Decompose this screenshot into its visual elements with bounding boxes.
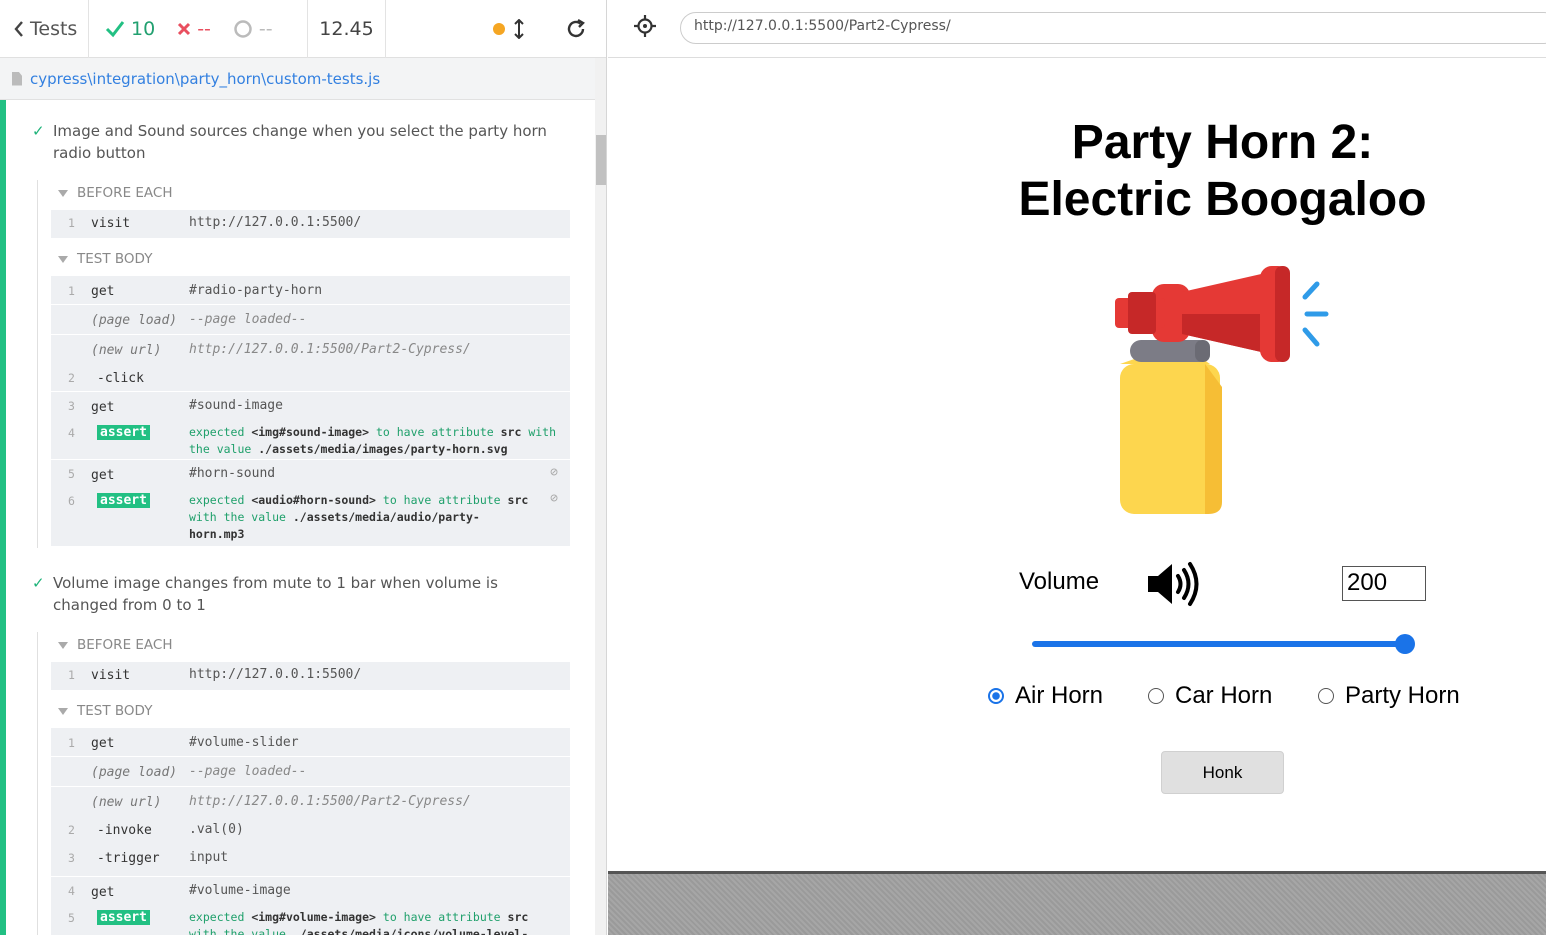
aut-background bbox=[608, 871, 1546, 935]
pending-stat: -- bbox=[233, 18, 273, 40]
before-each-label[interactable]: BEFORE EACH bbox=[58, 185, 173, 201]
reporter-controls bbox=[386, 0, 606, 58]
honk-button[interactable]: Honk bbox=[1161, 751, 1284, 794]
duration: 12.45 bbox=[308, 0, 386, 58]
radio-car-horn[interactable]: Car Horn bbox=[1148, 682, 1272, 710]
spec-path[interactable]: cypress\integration\party_horn\custom-te… bbox=[30, 70, 380, 88]
check-icon bbox=[105, 20, 125, 37]
test-title-2[interactable]: ✓ Volume image changes from mute to 1 ba… bbox=[32, 572, 552, 616]
assert-badge: assert bbox=[97, 425, 150, 440]
selector-playground-icon[interactable] bbox=[634, 15, 656, 37]
spec-file-bar: cypress\integration\party_horn\custom-te… bbox=[0, 58, 595, 100]
check-icon: ✓ bbox=[32, 122, 45, 140]
command-row[interactable]: (new url) http://127.0.0.1:5500/Part2-Cy… bbox=[51, 787, 570, 877]
command-row[interactable]: 1 visit http://127.0.0.1:5500/ bbox=[51, 662, 570, 690]
pending-count: -- bbox=[258, 17, 273, 40]
scrollbar-thumb[interactable] bbox=[596, 135, 606, 185]
test-list: ✓ Image and Sound sources change when yo… bbox=[6, 100, 595, 935]
eye-slash-icon: ⊘ bbox=[550, 465, 558, 480]
caret-down-icon bbox=[58, 255, 68, 263]
eye-slash-icon: ⊘ bbox=[550, 491, 558, 506]
test-body-commands: 1 get #radio-party-horn (page load) --pa… bbox=[51, 276, 570, 546]
check-icon: ✓ bbox=[32, 574, 45, 592]
radio-circle[interactable] bbox=[1318, 688, 1334, 704]
caret-down-icon bbox=[58, 641, 68, 649]
assert-message: expected <img#sound-image> to have attri… bbox=[189, 425, 557, 456]
command-row[interactable]: (page load) --page loaded-- bbox=[51, 305, 570, 335]
pending-circle-icon bbox=[234, 19, 252, 38]
assert-message: expected <img#volume-image> to have attr… bbox=[189, 910, 529, 935]
command-row[interactable]: 1 get #radio-party-horn bbox=[51, 276, 570, 305]
tests-label: Tests bbox=[30, 17, 78, 40]
test-stats: 10 -- -- bbox=[89, 0, 308, 58]
command-row[interactable]: 1 get #volume-slider bbox=[51, 728, 570, 757]
assert-badge: assert bbox=[97, 910, 150, 925]
auto-scroll-icon[interactable] bbox=[513, 18, 525, 39]
command-row[interactable]: (new url) http://127.0.0.1:5500/Part2-Cy… bbox=[51, 335, 570, 392]
command-row[interactable]: (page load) --page loaded-- bbox=[51, 757, 570, 787]
before-each-label[interactable]: BEFORE EACH bbox=[58, 637, 173, 653]
reporter-header: Tests 10 -- -- 12.45 bbox=[0, 0, 606, 58]
test-body-label[interactable]: TEST BODY bbox=[58, 251, 152, 267]
volume-level-icon bbox=[1148, 562, 1199, 606]
test-body-label[interactable]: TEST BODY bbox=[58, 703, 152, 719]
volume-number-input[interactable]: 200 bbox=[1342, 566, 1426, 601]
rerun-icon[interactable] bbox=[565, 18, 587, 40]
slider-thumb[interactable] bbox=[1395, 634, 1415, 654]
reporter-panel: Tests 10 -- -- 12.45 cypress\integration… bbox=[0, 0, 607, 935]
radio-circle[interactable] bbox=[988, 688, 1004, 704]
test-body-commands: 1 get #volume-slider (page load) --page … bbox=[51, 728, 570, 935]
page-title: Party Horn 2: Electric Boogaloo bbox=[1018, 116, 1427, 226]
assert-message: expected <audio#horn-sound> to have attr… bbox=[189, 493, 529, 541]
test-title-1[interactable]: ✓ Image and Sound sources change when yo… bbox=[32, 120, 552, 164]
command-row[interactable]: 5 get #horn-sound ⊘ 6 assert ⊘ expected … bbox=[51, 460, 570, 546]
command-row[interactable]: 1 visit http://127.0.0.1:5500/ bbox=[51, 210, 570, 238]
tests-back-button[interactable]: Tests bbox=[0, 0, 89, 58]
running-indicator-icon bbox=[493, 22, 505, 35]
divider bbox=[37, 632, 38, 935]
failed-stat: -- bbox=[177, 18, 211, 40]
caret-down-icon bbox=[58, 707, 68, 715]
passed-count: 10 bbox=[131, 17, 156, 40]
slider-track bbox=[1032, 641, 1407, 647]
caret-down-icon bbox=[58, 189, 68, 197]
reporter-scrollbar[interactable] bbox=[595, 58, 606, 935]
volume-slider[interactable] bbox=[1030, 633, 1415, 655]
command-row[interactable]: 3 get #sound-image 4 assert expected <im… bbox=[51, 392, 570, 460]
command-row[interactable]: 4 get #volume-image 5 assert expected <i… bbox=[51, 877, 570, 935]
chevron-left-icon bbox=[14, 20, 23, 37]
file-icon bbox=[12, 71, 22, 86]
url-bar[interactable]: http://127.0.0.1:5500/Part2-Cypress/ bbox=[680, 12, 1546, 44]
divider bbox=[37, 180, 38, 548]
x-icon bbox=[178, 22, 191, 35]
failed-count: -- bbox=[197, 17, 211, 40]
passed-stat: 10 bbox=[105, 18, 155, 40]
radio-circle[interactable] bbox=[1148, 688, 1164, 704]
radio-party-horn[interactable]: Party Horn bbox=[1318, 682, 1460, 710]
air-horn-image bbox=[1115, 266, 1329, 514]
radio-air-horn[interactable]: Air Horn bbox=[988, 682, 1103, 710]
volume-label: Volume bbox=[1019, 568, 1100, 595]
assert-badge: assert bbox=[97, 493, 150, 508]
